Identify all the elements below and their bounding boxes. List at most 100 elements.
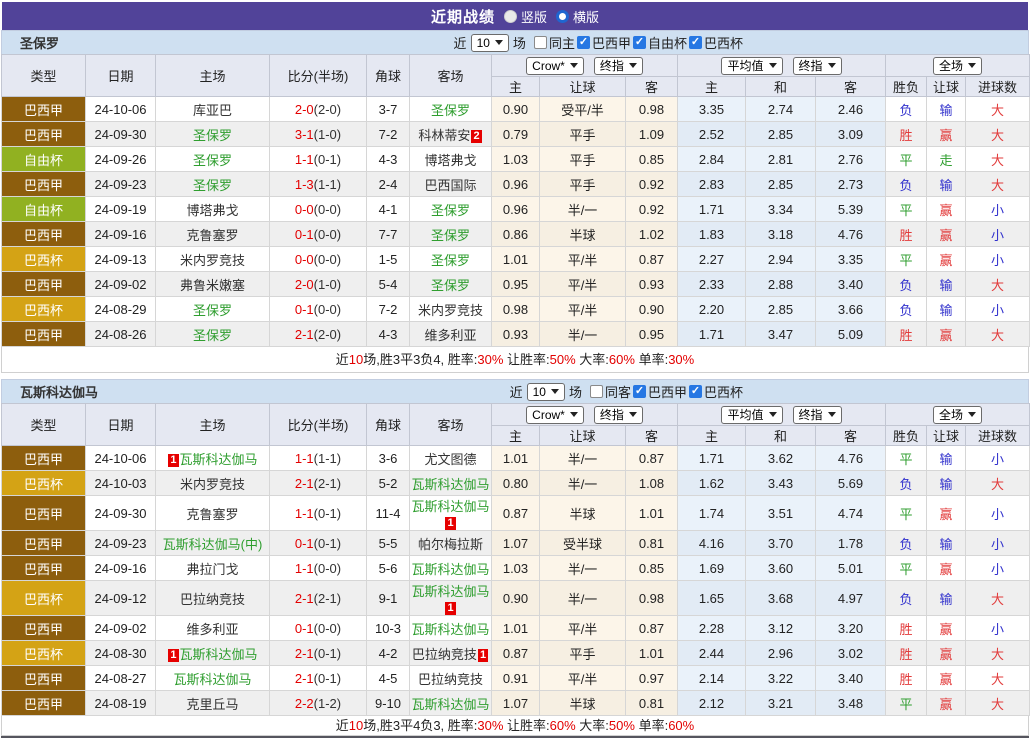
halftime-score: (0-0) <box>314 202 341 217</box>
chevron-down-icon <box>629 412 637 417</box>
result-handicap: 赢 <box>927 247 966 272</box>
match-date: 24-09-16 <box>86 222 156 247</box>
result-goals: 小 <box>966 197 1030 222</box>
odds-home: 1.07 <box>492 691 540 716</box>
vertical-layout-radio[interactable] <box>504 10 517 23</box>
home-team: 圣保罗 <box>156 147 270 172</box>
odds-home: 1.01 <box>492 247 540 272</box>
chevron-down-icon <box>551 389 559 394</box>
team-name: 巴拉纳竞技 <box>418 672 483 687</box>
average-select[interactable]: 平均值 <box>721 406 782 424</box>
home-team: 库亚巴 <box>156 97 270 122</box>
sub-col-avg-draw: 和 <box>746 77 816 97</box>
result-handicap: 输 <box>927 446 966 471</box>
result-handicap: 走 <box>927 147 966 172</box>
team-name: 巴西国际 <box>424 178 476 193</box>
home-team: 圣保罗 <box>156 297 270 322</box>
result-wdl: 胜 <box>886 322 927 347</box>
odds-time-select[interactable]: 终指 <box>594 406 643 424</box>
result-goals: 小 <box>966 531 1030 556</box>
avg-draw: 3.68 <box>746 581 816 616</box>
handicap: 半球 <box>540 496 626 531</box>
average-time-select[interactable]: 终指 <box>793 57 842 75</box>
avg-home: 2.84 <box>678 147 746 172</box>
avg-home: 3.35 <box>678 97 746 122</box>
match-row: 巴西甲24-08-19克里丘马2-2(1-2)9-10瓦斯科达伽马1.07半球0… <box>2 691 1030 716</box>
section-summary: 近10场,胜3平3负4, 胜率:30% 让胜率:50% 大率:60% 单率:30… <box>1 347 1029 373</box>
red-card-badge: 2 <box>471 130 481 143</box>
odds-home: 0.80 <box>492 471 540 496</box>
result-handicap: 赢 <box>927 322 966 347</box>
league-checkbox-label: 巴西杯 <box>704 33 743 52</box>
corners: 3-6 <box>367 446 410 471</box>
bookmaker-select[interactable]: Crow* <box>526 406 584 424</box>
fulltime-select[interactable]: 全场 <box>933 406 982 424</box>
league-checkbox[interactable]: ✓ <box>577 36 590 49</box>
league-badge: 自由杯 <box>2 147 86 172</box>
same-venue-checkbox[interactable] <box>534 36 547 49</box>
fulltime-score: 2-1 <box>295 671 314 686</box>
sub-col-away-odds: 客 <box>626 77 678 97</box>
league-checkbox[interactable]: ✓ <box>689 36 702 49</box>
avg-draw: 3.47 <box>746 322 816 347</box>
avg-home: 2.52 <box>678 122 746 147</box>
handicap: 半/一 <box>540 446 626 471</box>
average-select[interactable]: 平均值 <box>721 57 782 75</box>
summary-text: 60% <box>609 352 635 367</box>
summary-text: 60% <box>668 718 694 733</box>
corners: 7-2 <box>367 297 410 322</box>
home-team: 瓦斯科达伽马 <box>156 666 270 691</box>
corners: 7-7 <box>367 222 410 247</box>
result-wdl: 平 <box>886 691 927 716</box>
match-row: 巴西甲24-10-061瓦斯科达伽马1-1(1-1)3-6尤文图德1.01半/一… <box>2 446 1030 471</box>
result-handicap: 输 <box>927 581 966 616</box>
halftime-score: (0-1) <box>314 536 341 551</box>
vertical-layout-label[interactable]: 竖版 <box>521 7 547 26</box>
team-name: 克鲁塞罗 <box>186 228 238 243</box>
bookmaker-select[interactable]: Crow* <box>526 57 584 75</box>
horizontal-layout-label[interactable]: 横版 <box>573 7 599 26</box>
result-handicap: 赢 <box>927 691 966 716</box>
fulltime-group-header: 全场 <box>886 55 1030 77</box>
halftime-score: (1-0) <box>314 127 341 142</box>
filter-controls: 近10场同客✓巴西甲✓巴西杯 <box>510 382 743 401</box>
result-goals: 大 <box>966 691 1030 716</box>
match-row: 巴西杯24-08-29圣保罗0-1(0-0)7-2米内罗竞技0.98平/半0.9… <box>2 297 1030 322</box>
halftime-score: (0-1) <box>314 646 341 661</box>
match-count-select[interactable]: 10 <box>471 34 509 52</box>
avg-home: 1.65 <box>678 581 746 616</box>
match-count-value: 10 <box>477 36 490 50</box>
league-checkbox[interactable]: ✓ <box>633 36 646 49</box>
same-venue-checkbox[interactable] <box>590 385 603 398</box>
league-checkbox[interactable]: ✓ <box>633 385 646 398</box>
odds-home: 0.79 <box>492 122 540 147</box>
fulltime-score: 2-1 <box>295 591 314 606</box>
league-badge: 巴西甲 <box>2 496 86 531</box>
fulltime-select[interactable]: 全场 <box>933 57 982 75</box>
horizontal-layout-radio[interactable] <box>556 10 569 23</box>
halftime-score: (0-0) <box>314 252 341 267</box>
result-wdl: 胜 <box>886 641 927 666</box>
average-time-select[interactable]: 终指 <box>793 406 842 424</box>
odds-time-select[interactable]: 终指 <box>594 57 643 75</box>
team-name: 瓦斯科达伽马 <box>180 452 258 467</box>
team-section-sao-paulo: 圣保罗 近10场同主✓巴西甲✓自由杯✓巴西杯 类型 日期 主场 比分(半场) 角… <box>1 30 1029 373</box>
match-count-select[interactable]: 10 <box>527 383 565 401</box>
handicap: 受半球 <box>540 531 626 556</box>
odds-away: 0.90 <box>626 297 678 322</box>
match-date: 24-10-06 <box>86 97 156 122</box>
summary-text: 10 <box>349 352 363 367</box>
score: 2-0(2-0) <box>270 97 367 122</box>
corners: 4-3 <box>367 322 410 347</box>
result-goals: 大 <box>966 581 1030 616</box>
odds-home: 1.03 <box>492 147 540 172</box>
avg-home: 1.71 <box>678 446 746 471</box>
league-badge: 巴西甲 <box>2 97 86 122</box>
summary-text: 近 <box>336 352 349 367</box>
team-name: 尤文图德 <box>424 452 476 467</box>
league-badge: 巴西甲 <box>2 446 86 471</box>
avg-home: 2.33 <box>678 272 746 297</box>
halftime-score: (0-1) <box>314 671 341 686</box>
league-checkbox[interactable]: ✓ <box>689 385 702 398</box>
league-badge: 巴西甲 <box>2 272 86 297</box>
